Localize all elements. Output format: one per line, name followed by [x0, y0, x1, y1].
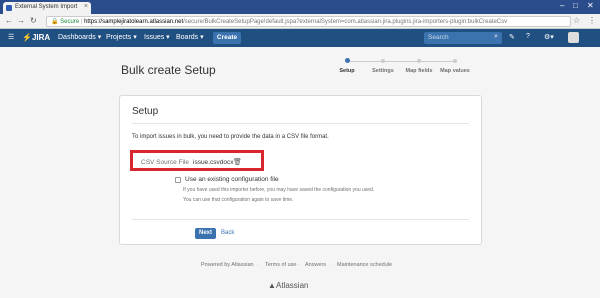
intro-text: To import issues in bulk, you need to pr…	[132, 134, 329, 140]
window-minimize-icon[interactable]: –	[560, 1, 564, 10]
create-button[interactable]: Create	[213, 32, 241, 44]
address-bar[interactable]: 🔒 Secure | https://samplejiratolearn.atl…	[46, 16, 571, 27]
tab-close-icon[interactable]: ×	[84, 3, 88, 10]
footer-answers[interactable]: Answers	[305, 262, 326, 268]
csv-file-name: issue.csvdocx	[193, 159, 234, 166]
reload-icon[interactable]: ↻	[30, 16, 37, 25]
nav-issues[interactable]: Issues ▾	[144, 33, 170, 41]
help-text-line-1: If you have used this importer before, y…	[183, 187, 375, 193]
help-icon[interactable]: ?	[526, 33, 530, 40]
forward-arrow-icon[interactable]: →	[17, 16, 25, 25]
atlassian-logo-icon: ▲	[268, 281, 276, 290]
settings-gear-icon[interactable]: ⚙▾	[544, 33, 554, 41]
browser-tab[interactable]: External System Import ×	[3, 2, 91, 14]
nav-projects[interactable]: Projects ▾	[106, 33, 137, 41]
setup-heading: Setup	[132, 106, 159, 117]
url-path: /secure/BulkCreateSetupPage!default.jspa…	[183, 19, 508, 25]
back-arrow-icon[interactable]: ←	[5, 16, 13, 25]
footer-separator: ·	[256, 262, 258, 268]
browser-toolbar: ← → ↻ 🔒 Secure | https://samplejiratolea…	[0, 14, 600, 29]
back-link[interactable]: Back	[221, 230, 234, 236]
browser-menu-icon[interactable]: ⋮	[588, 16, 596, 25]
step-dot-settings	[381, 59, 385, 63]
nav-boards[interactable]: Boards ▾	[176, 33, 204, 41]
lock-icon: 🔒	[51, 19, 59, 25]
footer-maintenance[interactable]: Maintenance schedule	[337, 262, 392, 268]
nav-dashboards[interactable]: Dashboards ▾	[58, 33, 101, 41]
footer-separator: ·	[297, 262, 299, 268]
window-close-icon[interactable]: ✕	[587, 1, 594, 10]
jira-logo[interactable]: ⚡JIRA	[22, 33, 50, 42]
progress-track	[347, 61, 455, 62]
avatar[interactable]	[568, 32, 579, 43]
jira-header: ☰ ⚡JIRA Dashboards ▾ Projects ▾ Issues ▾…	[0, 29, 600, 47]
step-dot-setup	[345, 58, 350, 63]
app-switcher-icon[interactable]: ☰	[8, 33, 14, 41]
jira-logo-icon: ⚡	[22, 33, 32, 42]
footer-powered-by[interactable]: Powered by Atlassian	[201, 262, 254, 268]
step-label-setup: Setup	[339, 68, 355, 74]
window-maximize-icon[interactable]: □	[573, 1, 578, 10]
csv-source-file-label: CSV Source File	[141, 159, 190, 166]
step-dot-map-values	[453, 59, 457, 63]
jira-favicon-icon	[6, 5, 12, 11]
url-host: https://samplejiratolearn.atlassian.net	[84, 19, 184, 25]
step-label-map-fields: Map fields	[405, 68, 433, 74]
tab-title: External System Import	[15, 4, 78, 10]
existing-config-label[interactable]: Use an existing configuration file	[185, 176, 279, 183]
bookmark-star-icon[interactable]: ☆	[573, 16, 580, 25]
trash-icon[interactable]: 🗑	[233, 158, 242, 166]
footer-terms[interactable]: Terms of use	[265, 262, 296, 268]
step-label-map-values: Map values	[440, 68, 470, 74]
existing-config-checkbox[interactable]	[175, 177, 181, 183]
divider	[132, 219, 469, 220]
setup-panel: Setup To import issues in bulk, you need…	[119, 95, 482, 245]
browser-tab-bar: External System Import × – □ ✕	[0, 0, 600, 14]
next-button[interactable]: Next	[195, 228, 216, 239]
step-label-settings: Settings	[372, 68, 394, 74]
step-dot-map-fields	[417, 59, 421, 63]
page-title: Bulk create Setup	[121, 63, 216, 77]
divider	[132, 123, 469, 124]
feedback-icon[interactable]: ✎	[509, 33, 515, 41]
search-icon: ⌕	[494, 33, 498, 40]
atlassian-brand[interactable]: Atlassian	[276, 281, 308, 290]
search-input[interactable]: Search ⌕	[424, 32, 502, 44]
footer-separator: ·	[330, 262, 332, 268]
help-text-line-2: You can use that configuration again to …	[183, 197, 294, 203]
secure-label: Secure	[60, 19, 80, 25]
